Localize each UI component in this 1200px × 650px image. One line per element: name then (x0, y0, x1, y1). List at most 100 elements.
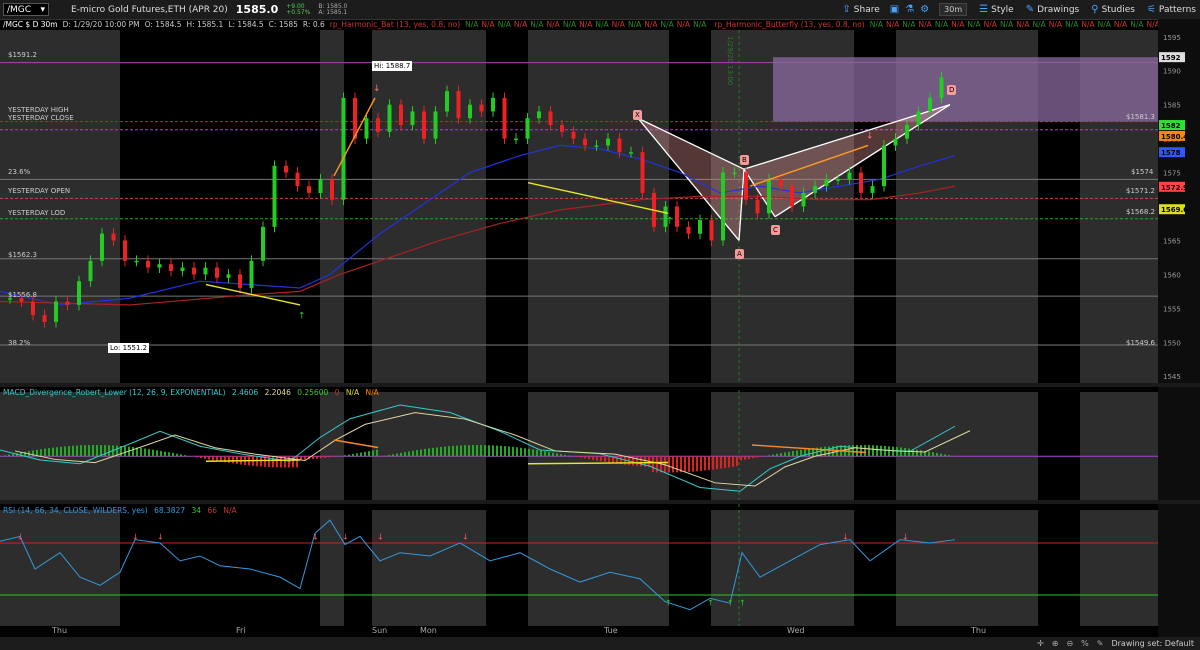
zoom-in-icon[interactable]: ⊕ (1052, 639, 1059, 648)
rsi-title: RSI (14, 66, 34, CLOSE, WILDERS, yes) (3, 506, 148, 515)
zoom-out-icon[interactable]: ⊖ (1066, 639, 1073, 648)
candle-body (698, 220, 702, 234)
candle-body (767, 179, 771, 214)
pencil-icon[interactable]: ✎ (1097, 639, 1104, 648)
crosshair-icon[interactable]: ✛ (1037, 639, 1044, 648)
candle-body (364, 118, 369, 139)
macd-zero: 0 (334, 388, 340, 397)
candle-body (583, 138, 587, 146)
session-block-dark (120, 392, 160, 500)
date-label-thu: Thu (52, 626, 68, 635)
candle-body (399, 104, 403, 126)
candle-body (514, 138, 518, 141)
price-tag-text: 1582 (1161, 122, 1181, 130)
price-tick-label: 1560 (1163, 271, 1181, 279)
candle-body (594, 145, 599, 147)
candle-body (410, 111, 415, 126)
rsi-sell-arrow: ↓ (377, 532, 384, 541)
level-label-yesterday-close: YESTERDAY CLOSE (8, 114, 74, 122)
candle-body (824, 179, 829, 187)
up-arrow-marker: ↑ (666, 216, 674, 226)
point-c-label: C (771, 225, 780, 235)
candle-body (295, 172, 300, 187)
candle-body (939, 77, 944, 98)
candle-body (537, 111, 541, 119)
drawing-set-label[interactable]: Drawing set: Default (1111, 639, 1194, 648)
macd-value: 2.4606 (231, 388, 259, 397)
candle-body (870, 186, 875, 193)
candle-body (640, 152, 645, 193)
vertical-time-label: 1/29/20 13:00 (726, 36, 734, 86)
date-label-wed: Wed (787, 626, 805, 635)
macd-na-2: N/A (365, 388, 379, 397)
level-label-1562: $1562.3 (8, 251, 37, 259)
candle-body (215, 267, 219, 278)
percent-icon[interactable]: % (1081, 639, 1089, 648)
candle-body (813, 186, 817, 193)
candle-body (192, 267, 196, 275)
candle-body (31, 301, 35, 316)
price-tick-label: 1595 (1163, 34, 1181, 42)
candle-body (318, 179, 323, 193)
candle-body (606, 138, 610, 146)
level-label-yesterday-high: YESTERDAY HIGH (8, 106, 69, 114)
candle-body (882, 145, 886, 187)
session-block-dark (854, 510, 896, 626)
session-block-grey (0, 510, 120, 626)
candle-body (180, 267, 185, 271)
level-label-1549: $1549.6 (1126, 339, 1155, 347)
rsi-sell-arrow: ↓ (157, 532, 164, 541)
session-block-dark (1038, 510, 1080, 626)
point-x-label: X (633, 110, 642, 120)
session-block-dark (486, 30, 528, 383)
candle-body (744, 172, 748, 200)
rsi-buy-arrow: ↑ (665, 599, 672, 608)
candle-body (525, 118, 530, 139)
down-arrow-marker: ↓ (373, 84, 381, 94)
rsi-na: N/A (223, 506, 237, 515)
price-axis: 1595159015851580157515701565156015551550… (1158, 19, 1200, 637)
candle-body (836, 179, 840, 181)
low-callout: Lo: 1551.2 (108, 343, 150, 353)
rsi-buy-arrow: ↑ (727, 599, 734, 608)
price-tag-text: 1569.6 (1161, 206, 1188, 214)
pane-divider-1[interactable] (0, 383, 1200, 387)
price-tick-label: 1565 (1163, 237, 1181, 245)
session-block-dark (669, 510, 711, 626)
candle-body (905, 125, 909, 139)
rsi-sell-arrow: ↓ (342, 532, 349, 541)
candle-body (560, 125, 564, 132)
price-tag-text: 1580.4 (1161, 133, 1188, 141)
date-label-thu-2: Thu (971, 626, 987, 635)
candle-body (330, 179, 334, 200)
candle-body (226, 274, 231, 278)
session-block-dark (120, 510, 160, 626)
candle-body (928, 97, 932, 112)
candle-body (134, 260, 139, 263)
date-label-mon: Mon (420, 626, 437, 635)
level-label-yesterday-lod: YESTERDAY LOD (8, 209, 66, 217)
session-block-dark (1038, 392, 1080, 500)
level-label-1568: $1568.2 (1126, 208, 1155, 216)
candle-body (617, 138, 622, 153)
pane-divider-2[interactable] (0, 500, 1200, 504)
candle-body (77, 281, 81, 305)
axis-background (1158, 19, 1200, 637)
candle-body (468, 104, 472, 119)
candle-body (307, 186, 311, 193)
level-label-1556: $1556.8 (8, 291, 37, 299)
session-block-grey (0, 30, 120, 383)
candle-body (65, 301, 70, 305)
candle-body (502, 97, 507, 139)
candle-body (261, 226, 265, 261)
level-label-1574: $1574 (1131, 168, 1154, 176)
macd-na-1: N/A (345, 388, 360, 397)
down-arrow-marker: ↓ (866, 132, 874, 142)
candle-body (721, 172, 725, 241)
rsi-sell-arrow: ↓ (902, 532, 909, 541)
rsi-sell-arrow: ↓ (312, 532, 319, 541)
price-tag-text: 1592 (1161, 54, 1181, 62)
candle-body (422, 111, 426, 139)
date-label-sun: Sun (372, 626, 388, 635)
level-label-1591: $1591.2 (8, 51, 37, 59)
